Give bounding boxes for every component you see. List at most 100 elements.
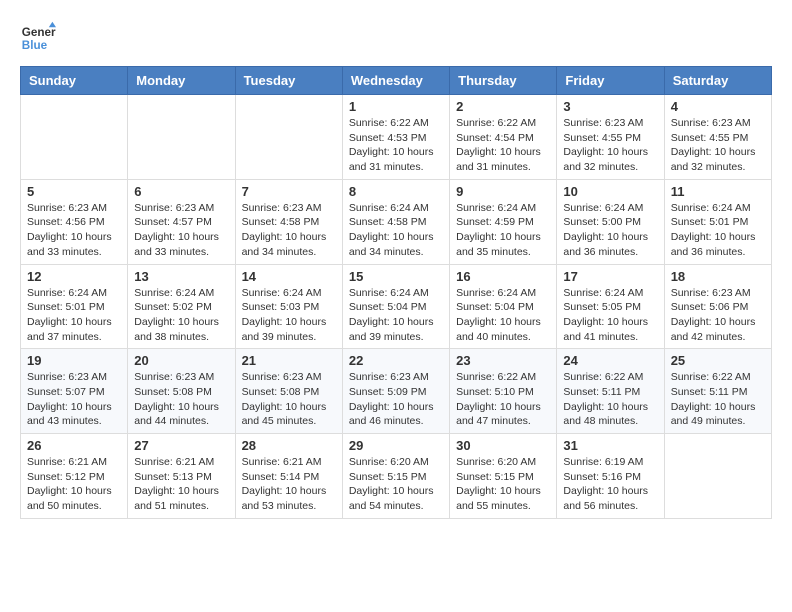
logo-icon: General Blue [20, 20, 56, 56]
calendar-cell: 5 Sunrise: 6:23 AMSunset: 4:56 PMDaylight… [21, 179, 128, 264]
day-number: 6 [134, 184, 228, 199]
calendar-cell: 7 Sunrise: 6:23 AMSunset: 4:58 PMDaylight… [235, 179, 342, 264]
day-number: 14 [242, 269, 336, 284]
day-info: Sunrise: 6:23 AMSunset: 4:58 PMDaylight:… [242, 201, 336, 260]
day-info: Sunrise: 6:22 AMSunset: 4:53 PMDaylight:… [349, 116, 443, 175]
calendar-cell: 1 Sunrise: 6:22 AMSunset: 4:53 PMDaylight… [342, 95, 449, 180]
calendar-cell: 24 Sunrise: 6:22 AMSunset: 5:11 PMDayligh… [557, 349, 664, 434]
day-number: 28 [242, 438, 336, 453]
day-number: 30 [456, 438, 550, 453]
day-info: Sunrise: 6:23 AMSunset: 5:09 PMDaylight:… [349, 370, 443, 429]
day-number: 1 [349, 99, 443, 114]
day-number: 23 [456, 353, 550, 368]
day-info: Sunrise: 6:24 AMSunset: 5:03 PMDaylight:… [242, 286, 336, 345]
day-info: Sunrise: 6:21 AMSunset: 5:14 PMDaylight:… [242, 455, 336, 514]
day-number: 7 [242, 184, 336, 199]
day-number: 24 [563, 353, 657, 368]
day-header-friday: Friday [557, 67, 664, 95]
day-number: 11 [671, 184, 765, 199]
day-number: 20 [134, 353, 228, 368]
day-number: 18 [671, 269, 765, 284]
calendar-cell: 21 Sunrise: 6:23 AMSunset: 5:08 PMDayligh… [235, 349, 342, 434]
day-number: 2 [456, 99, 550, 114]
calendar-week-row: 19Sunrise: 6:23 AMSunset: 5:07 PMDayligh… [21, 349, 772, 434]
calendar-header-row: SundayMondayTuesdayWednesdayThursdayFrid… [21, 67, 772, 95]
day-number: 12 [27, 269, 121, 284]
calendar-cell: 28 Sunrise: 6:21 AMSunset: 5:14 PMDayligh… [235, 434, 342, 519]
day-number: 31 [563, 438, 657, 453]
day-info: Sunrise: 6:23 AMSunset: 4:55 PMDaylight:… [671, 116, 765, 175]
calendar-cell: 31Sunrise: 6:19 AMSunset: 5:16 PMDayligh… [557, 434, 664, 519]
calendar-cell: 4 Sunrise: 6:23 AMSunset: 4:55 PMDaylight… [664, 95, 771, 180]
day-number: 8 [349, 184, 443, 199]
day-header-tuesday: Tuesday [235, 67, 342, 95]
day-number: 19 [27, 353, 121, 368]
calendar-week-row: 5 Sunrise: 6:23 AMSunset: 4:56 PMDaylight… [21, 179, 772, 264]
calendar-cell [128, 95, 235, 180]
day-info: Sunrise: 6:24 AMSunset: 5:00 PMDaylight:… [563, 201, 657, 260]
day-number: 25 [671, 353, 765, 368]
day-number: 21 [242, 353, 336, 368]
day-number: 5 [27, 184, 121, 199]
calendar-cell: 29 Sunrise: 6:20 AMSunset: 5:15 PMDayligh… [342, 434, 449, 519]
calendar-week-row: 1 Sunrise: 6:22 AMSunset: 4:53 PMDaylight… [21, 95, 772, 180]
day-info: Sunrise: 6:24 AMSunset: 4:59 PMDaylight:… [456, 201, 550, 260]
calendar-cell: 26Sunrise: 6:21 AMSunset: 5:12 PMDayligh… [21, 434, 128, 519]
day-header-wednesday: Wednesday [342, 67, 449, 95]
calendar-cell: 19Sunrise: 6:23 AMSunset: 5:07 PMDayligh… [21, 349, 128, 434]
calendar-cell: 27 Sunrise: 6:21 AMSunset: 5:13 PMDayligh… [128, 434, 235, 519]
calendar-cell: 16 Sunrise: 6:24 AMSunset: 5:04 PMDayligh… [450, 264, 557, 349]
calendar-cell: 3 Sunrise: 6:23 AMSunset: 4:55 PMDaylight… [557, 95, 664, 180]
day-info: Sunrise: 6:22 AMSunset: 5:10 PMDaylight:… [456, 370, 550, 429]
calendar-cell: 6 Sunrise: 6:23 AMSunset: 4:57 PMDaylight… [128, 179, 235, 264]
day-number: 4 [671, 99, 765, 114]
day-info: Sunrise: 6:23 AMSunset: 4:55 PMDaylight:… [563, 116, 657, 175]
calendar-cell: 9 Sunrise: 6:24 AMSunset: 4:59 PMDaylight… [450, 179, 557, 264]
svg-text:General: General [22, 26, 56, 39]
day-number: 26 [27, 438, 121, 453]
day-header-monday: Monday [128, 67, 235, 95]
day-header-sunday: Sunday [21, 67, 128, 95]
calendar-cell: 13Sunrise: 6:24 AMSunset: 5:02 PMDayligh… [128, 264, 235, 349]
calendar: SundayMondayTuesdayWednesdayThursdayFrid… [20, 66, 772, 519]
calendar-week-row: 12 Sunrise: 6:24 AMSunset: 5:01 PMDayligh… [21, 264, 772, 349]
calendar-cell: 23 Sunrise: 6:22 AMSunset: 5:10 PMDayligh… [450, 349, 557, 434]
day-number: 10 [563, 184, 657, 199]
calendar-cell: 25 Sunrise: 6:22 AMSunset: 5:11 PMDayligh… [664, 349, 771, 434]
day-number: 3 [563, 99, 657, 114]
day-number: 27 [134, 438, 228, 453]
calendar-cell: 12 Sunrise: 6:24 AMSunset: 5:01 PMDayligh… [21, 264, 128, 349]
day-number: 16 [456, 269, 550, 284]
day-number: 17 [563, 269, 657, 284]
calendar-cell: 30 Sunrise: 6:20 AMSunset: 5:15 PMDayligh… [450, 434, 557, 519]
day-info: Sunrise: 6:24 AMSunset: 5:04 PMDaylight:… [349, 286, 443, 345]
day-info: Sunrise: 6:23 AMSunset: 5:08 PMDaylight:… [242, 370, 336, 429]
calendar-cell [235, 95, 342, 180]
day-info: Sunrise: 6:24 AMSunset: 5:05 PMDaylight:… [563, 286, 657, 345]
day-info: Sunrise: 6:24 AMSunset: 4:58 PMDaylight:… [349, 201, 443, 260]
day-info: Sunrise: 6:23 AMSunset: 4:57 PMDaylight:… [134, 201, 228, 260]
calendar-cell: 8 Sunrise: 6:24 AMSunset: 4:58 PMDaylight… [342, 179, 449, 264]
calendar-cell: 11 Sunrise: 6:24 AMSunset: 5:01 PMDayligh… [664, 179, 771, 264]
day-info: Sunrise: 6:21 AMSunset: 5:13 PMDaylight:… [134, 455, 228, 514]
day-number: 9 [456, 184, 550, 199]
calendar-cell: 20Sunrise: 6:23 AMSunset: 5:08 PMDayligh… [128, 349, 235, 434]
day-info: Sunrise: 6:20 AMSunset: 5:15 PMDaylight:… [456, 455, 550, 514]
day-info: Sunrise: 6:22 AMSunset: 5:11 PMDaylight:… [563, 370, 657, 429]
day-info: Sunrise: 6:24 AMSunset: 5:04 PMDaylight:… [456, 286, 550, 345]
calendar-cell: 15 Sunrise: 6:24 AMSunset: 5:04 PMDayligh… [342, 264, 449, 349]
day-number: 15 [349, 269, 443, 284]
day-info: Sunrise: 6:22 AMSunset: 5:11 PMDaylight:… [671, 370, 765, 429]
day-info: Sunrise: 6:23 AMSunset: 4:56 PMDaylight:… [27, 201, 121, 260]
day-info: Sunrise: 6:23 AMSunset: 5:06 PMDaylight:… [671, 286, 765, 345]
calendar-cell: 10 Sunrise: 6:24 AMSunset: 5:00 PMDayligh… [557, 179, 664, 264]
day-info: Sunrise: 6:24 AMSunset: 5:02 PMDaylight:… [134, 286, 228, 345]
day-header-thursday: Thursday [450, 67, 557, 95]
logo: General Blue [20, 20, 56, 56]
day-info: Sunrise: 6:20 AMSunset: 5:15 PMDaylight:… [349, 455, 443, 514]
day-info: Sunrise: 6:24 AMSunset: 5:01 PMDaylight:… [27, 286, 121, 345]
day-number: 29 [349, 438, 443, 453]
day-info: Sunrise: 6:24 AMSunset: 5:01 PMDaylight:… [671, 201, 765, 260]
calendar-week-row: 26Sunrise: 6:21 AMSunset: 5:12 PMDayligh… [21, 434, 772, 519]
calendar-cell: 18 Sunrise: 6:23 AMSunset: 5:06 PMDayligh… [664, 264, 771, 349]
